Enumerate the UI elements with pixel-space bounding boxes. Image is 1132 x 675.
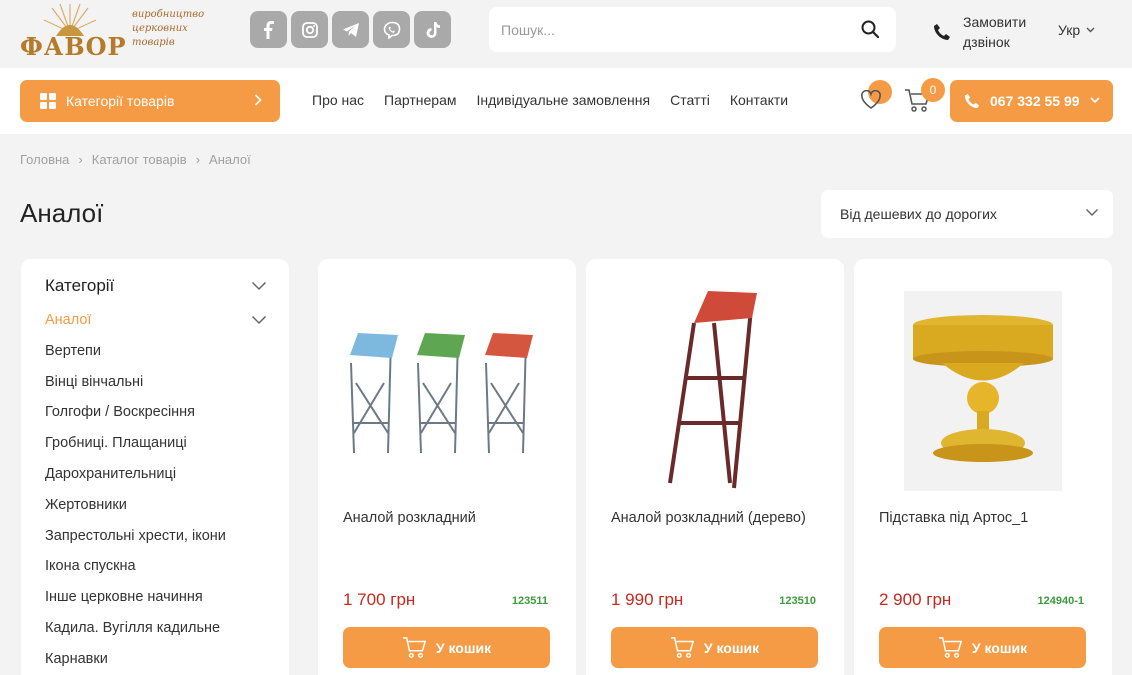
product-price: 1 990 грн [611, 590, 684, 609]
page-title: Аналої [20, 198, 104, 228]
sidebar-item-khresty[interactable]: Запрестольні хрести, ікони [45, 526, 226, 557]
nav-link-partners[interactable]: Партнерам [384, 92, 456, 108]
phone-icon [934, 24, 950, 40]
viber-icon[interactable] [373, 11, 410, 48]
breadcrumb-separator-icon: › [195, 152, 201, 167]
chevron-down-icon[interactable] [251, 281, 267, 291]
cart-icon [670, 636, 695, 658]
add-to-cart-label: У кошик [703, 639, 760, 656]
sidebar-item-vintsi[interactable]: Вінці вінчальні [45, 372, 226, 403]
cart-count-badge: 0 [921, 78, 945, 102]
product-card[interactable]: Аналой розкладний 1 700 грн 123511 У кош… [318, 259, 576, 675]
sidebar-item-karnavky[interactable]: Карнавки [45, 649, 226, 675]
logo-word: ФАВОР [20, 32, 127, 61]
search-icon[interactable] [860, 19, 880, 39]
language-selector[interactable]: Укр [1058, 22, 1095, 38]
social-links [250, 11, 451, 48]
breadcrumb: Головна › Каталог товарів › Аналої [20, 152, 251, 167]
breadcrumb-catalog[interactable]: Каталог товарів [92, 152, 187, 167]
categories-label: Категорії товарів [66, 93, 175, 109]
product-card[interactable]: Аналой розкладний (дерево) 1 990 грн 123… [586, 259, 844, 675]
sidebar-item-kadyla[interactable]: Кадила. Вугілля кадильне [45, 618, 226, 649]
nav-link-contacts[interactable]: Контакти [730, 92, 788, 108]
instagram-icon[interactable] [291, 11, 328, 48]
product-code: 123510 [779, 595, 816, 607]
logo-tagline: виробництво церковних товарів [132, 9, 205, 48]
phone-button[interactable]: 067 332 55 99 [950, 80, 1113, 122]
breadcrumb-current: Аналої [209, 152, 251, 167]
chevron-down-icon [1090, 97, 1100, 104]
heart-icon[interactable] [860, 90, 882, 110]
callback-label-1: Замовити [963, 14, 1027, 30]
top-header: ФАВОР виробництво церковних товарів Замо [0, 0, 1132, 68]
breadcrumb-home[interactable]: Головна [20, 152, 69, 167]
product-price: 2 900 грн [879, 590, 952, 609]
sidebar-item-hrobnytsi[interactable]: Гробниці. Плащаниці [45, 433, 226, 464]
nav-link-articles[interactable]: Статті [670, 92, 710, 108]
chevron-down-icon [1086, 27, 1095, 33]
logo[interactable]: ФАВОР виробництво церковних товарів [20, 2, 220, 64]
nav-link-custom-order[interactable]: Індивідуальне замовлення [477, 92, 651, 108]
sort-value: Від дешевих до дорогих [840, 206, 997, 222]
sidebar-item-inshe[interactable]: Інше церковне начиння [45, 587, 226, 618]
add-to-cart-button[interactable]: У кошик [879, 627, 1086, 668]
main-nav: Категорії товарів Про нас Партнерам Інди… [0, 68, 1132, 134]
product-card[interactable]: Підставка під Артос_1 2 900 грн 124940-1… [854, 259, 1112, 675]
nav-menu: Про нас Партнерам Індивідуальне замовлен… [312, 92, 808, 108]
search-box [489, 7, 896, 52]
product-code: 123511 [511, 595, 548, 607]
sidebar-item-ikona[interactable]: Ікона спускна [45, 556, 226, 587]
product-code: 124940-1 [1037, 595, 1085, 607]
phone-icon [964, 93, 980, 109]
add-to-cart-button[interactable]: У кошик [343, 627, 550, 668]
product-name[interactable]: Підставка під Артос_1 [879, 507, 1089, 529]
product-name[interactable]: Аналой розкладний [343, 507, 553, 529]
logo-sun-icon [43, 3, 97, 36]
sort-select[interactable]: Від дешевих до дорогих [821, 190, 1113, 238]
chevron-down-icon [1085, 208, 1099, 217]
add-to-cart-label: У кошик [971, 639, 1028, 656]
product-image[interactable] [872, 283, 1094, 493]
sidebar-item-vertepy[interactable]: Вертепи [45, 341, 226, 372]
product-price: 1 700 грн [343, 590, 416, 609]
category-list: Аналої Вертепи Вінці вінчальні Голгофи /… [45, 310, 226, 675]
categories-button[interactable]: Категорії товарів [20, 80, 280, 122]
chevron-right-icon [254, 94, 262, 106]
search-input[interactable] [501, 19, 841, 41]
grid-icon [40, 93, 56, 109]
cart-icon [402, 636, 427, 658]
telegram-icon[interactable] [332, 11, 369, 48]
phone-number: 067 332 55 99 [990, 93, 1080, 109]
product-image[interactable] [604, 283, 826, 493]
product-image[interactable] [336, 283, 558, 493]
category-sidebar: Категорії Аналої Вертепи Вінці вінчальні… [21, 259, 289, 675]
callback-label-2: дзвінок [963, 34, 1010, 50]
nav-link-about[interactable]: Про нас [312, 92, 364, 108]
sidebar-item-analoi[interactable]: Аналої [45, 310, 226, 341]
tiktok-icon[interactable] [414, 11, 451, 48]
sidebar-item-holhofy[interactable]: Голгофи / Воскресіння [45, 402, 226, 433]
cart-icon [938, 636, 963, 658]
sidebar-item-darokhranytelnytsi[interactable]: Дарохранительниці [45, 464, 226, 495]
add-to-cart-label: У кошик [435, 639, 492, 656]
product-name[interactable]: Аналой розкладний (дерево) [611, 507, 821, 529]
callback-request[interactable]: Замовити дзвінок [933, 12, 1043, 52]
add-to-cart-button[interactable]: У кошик [611, 627, 818, 668]
sidebar-title: Категорії [45, 276, 115, 295]
sidebar-item-zhertovnyky[interactable]: Жертовники [45, 495, 226, 526]
language-label: Укр [1058, 22, 1081, 38]
chevron-down-icon[interactable] [251, 315, 267, 325]
facebook-icon[interactable] [250, 11, 287, 48]
breadcrumb-separator-icon: › [78, 152, 83, 167]
